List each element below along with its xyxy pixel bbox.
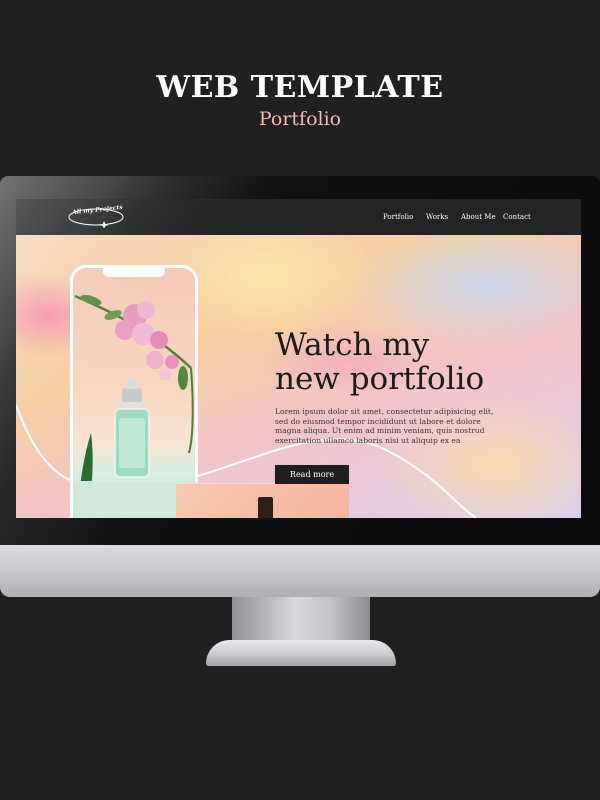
bottle-cap-shape xyxy=(258,497,273,518)
hero-headline-line1: Watch my xyxy=(275,327,430,363)
flower-perfume-image xyxy=(73,294,195,518)
monitor-stand-foot xyxy=(206,640,396,666)
nav-link-contact[interactable]: Contact xyxy=(503,213,531,221)
poster-title: WEB TEMPLATE xyxy=(156,70,444,105)
monitor-stand-neck xyxy=(232,597,370,641)
read-more-button[interactable]: Read more xyxy=(275,465,349,484)
poster-subtitle: Portfolio xyxy=(258,108,342,130)
hero-headline-line2: new portfolio xyxy=(275,361,485,397)
nav-link-works[interactable]: Works xyxy=(426,213,448,221)
monitor-screen: All my Projects Portfolio Works About Me… xyxy=(16,199,581,518)
hero-headline: Watch my new portfolio xyxy=(275,328,555,396)
nav-link-portfolio[interactable]: Portfolio xyxy=(383,213,413,221)
phone-mockup xyxy=(70,265,198,518)
monitor-chin xyxy=(0,545,600,597)
site-navbar: All my Projects Portfolio Works About Me… xyxy=(16,199,581,235)
hero-body-text: Lorem ipsum dolor sit amet, consectetur … xyxy=(275,407,494,445)
hero-section: Watch my new portfolio Lorem ipsum dolor… xyxy=(16,235,581,518)
nav-link-about-me[interactable]: About Me xyxy=(461,213,496,221)
